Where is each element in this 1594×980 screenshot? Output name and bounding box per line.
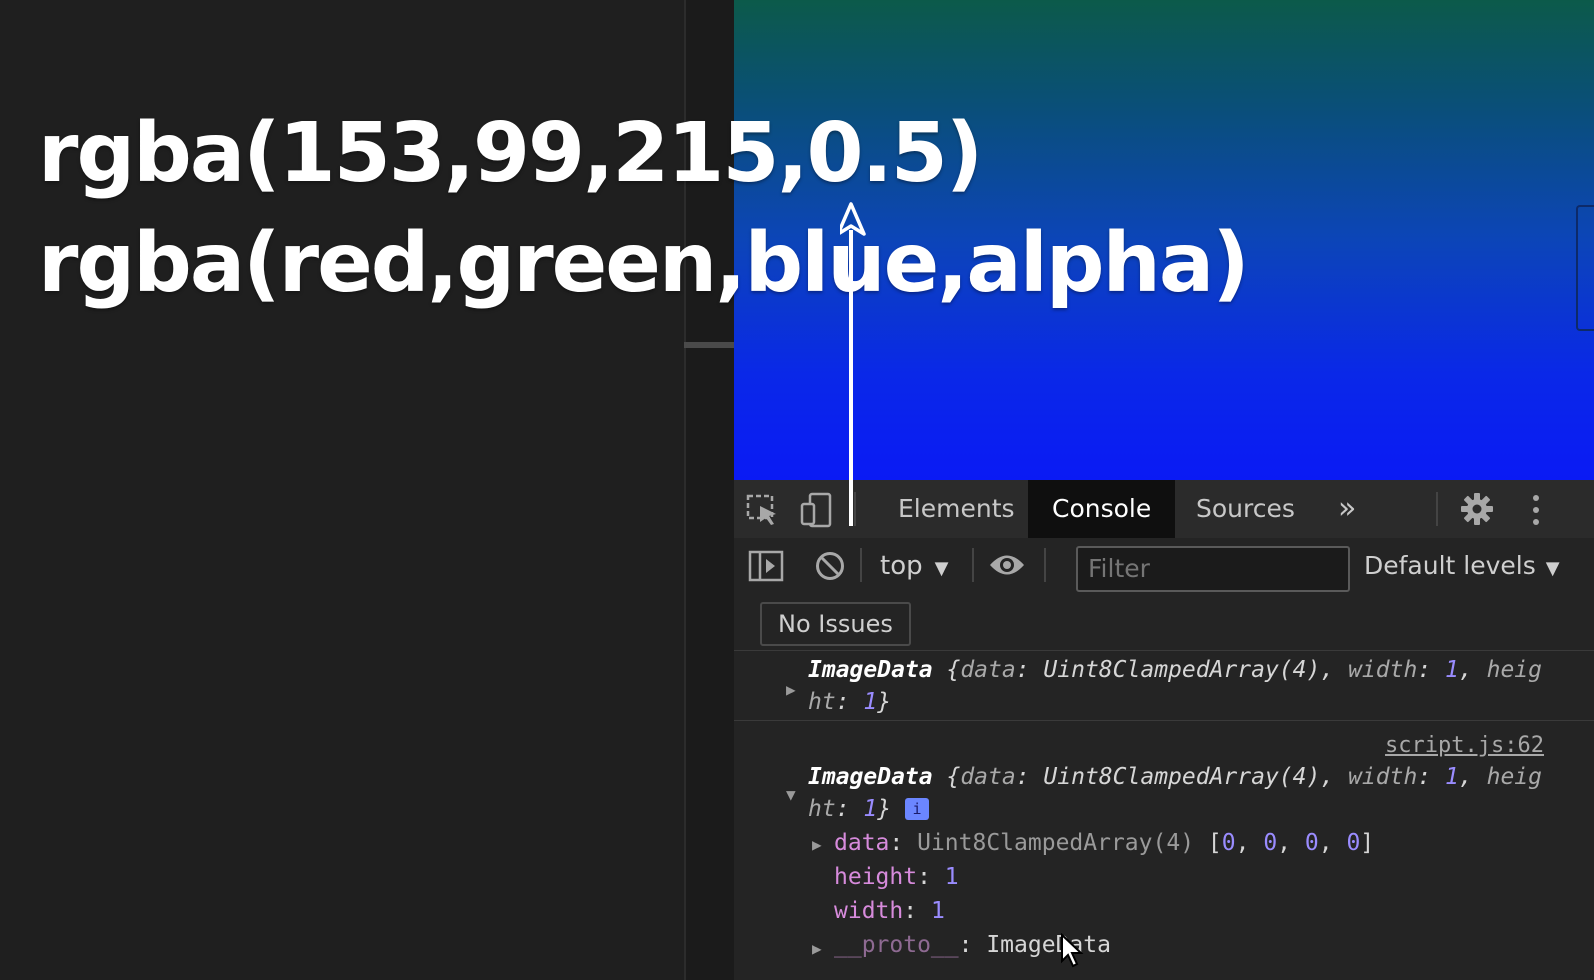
property-key: __proto__ (834, 932, 959, 958)
device-toolbar-icon[interactable] (800, 492, 834, 532)
chevron-down-icon: ▼ (1545, 558, 1560, 579)
console-message[interactable]: ▶ ImageData {data: Uint8ClampedArray(4),… (734, 650, 1594, 721)
property-key: height (834, 864, 918, 890)
eye-icon[interactable] (988, 550, 1026, 584)
console-message-text: ImageData {data: Uint8ClampedArray(4), w… (808, 657, 1542, 715)
property-number: 1 (930, 898, 945, 924)
property-row: height: 1 (834, 864, 959, 890)
object-key: ht (808, 689, 836, 715)
log-levels-label: Default levels (1364, 551, 1536, 580)
collapse-triangle-icon[interactable]: ▼ (786, 785, 796, 804)
expand-triangle-icon[interactable]: ▶ (812, 835, 822, 854)
object-key: data (960, 764, 1016, 790)
chevron-down-icon: ▼ (934, 558, 949, 579)
editor-scrollbar-thumb[interactable] (684, 342, 734, 348)
object-number: 1 (863, 689, 878, 715)
gear-icon[interactable] (1460, 492, 1494, 530)
info-icon[interactable]: i (904, 798, 929, 820)
issues-button[interactable]: No Issues (760, 602, 911, 646)
expand-triangle-icon[interactable]: ▶ (812, 939, 822, 958)
object-key: width (1348, 657, 1418, 683)
mouse-cursor-icon (1061, 933, 1084, 968)
property-number: 0 (1304, 830, 1319, 856)
property-number: 0 (1346, 830, 1361, 856)
property-type: Uint8ClampedArray(4) (917, 830, 1195, 856)
context-selector-label: top (880, 551, 923, 581)
toolbar-separator (972, 548, 974, 582)
source-link[interactable]: script.js:62 (1385, 733, 1544, 758)
tab-separator (1436, 492, 1438, 526)
overlay-rgba-example: rgba(153,99,215,0.5) (38, 106, 983, 201)
tab-elements[interactable]: Elements (874, 480, 1039, 538)
inspect-element-icon[interactable] (746, 494, 780, 530)
kebab-menu-icon[interactable] (1530, 494, 1542, 530)
object-key: width (1348, 764, 1418, 790)
sidebar-toggle-icon[interactable] (748, 550, 784, 586)
filter-input[interactable] (1076, 546, 1350, 592)
canvas-edge-element (1576, 205, 1594, 331)
tab-console[interactable]: Console (1028, 480, 1176, 538)
console-message[interactable]: script.js:62 ▼ ImageData {data: Uint8Cla… (734, 721, 1594, 980)
property-number: 0 (1263, 830, 1278, 856)
more-tabs-chevron-icon[interactable]: » (1314, 480, 1380, 538)
console-output[interactable]: ▶ ImageData {data: Uint8ClampedArray(4),… (734, 650, 1594, 980)
object-key: data (960, 657, 1016, 683)
clear-console-icon[interactable] (814, 550, 846, 586)
expand-triangle-icon[interactable]: ▶ (786, 680, 796, 699)
property-row: width: 1 (834, 898, 945, 924)
object-key: heig (1486, 657, 1542, 683)
brace-open: { (932, 657, 961, 683)
object-key: heig (1486, 764, 1542, 790)
toolbar-separator (1044, 548, 1046, 582)
object-number: 1 (1445, 764, 1459, 790)
tab-sources[interactable]: Sources (1172, 480, 1319, 538)
log-levels-dropdown[interactable]: Default levels ▼ (1364, 538, 1560, 594)
context-selector[interactable]: top ▼ (880, 538, 948, 594)
object-value: Uint8ClampedArray(4) (1043, 764, 1321, 790)
toolbar-separator (860, 548, 862, 582)
object-class-name: ImageData (808, 657, 933, 683)
object-value: Uint8ClampedArray(4) (1043, 657, 1321, 683)
brace-close: } (877, 689, 892, 715)
console-toolbar: top ▼ Default levels ▼ (734, 538, 1594, 595)
property-key: width (834, 898, 904, 924)
property-value: ImageData (986, 932, 1111, 958)
object-number: 1 (863, 796, 878, 822)
object-key: ht (808, 796, 836, 822)
property-row[interactable]: data: Uint8ClampedArray(4) [0, 0, 0, 0] (834, 827, 1374, 859)
property-number: 0 (1221, 830, 1236, 856)
issues-row: No Issues (734, 594, 1594, 651)
object-number: 1 (1445, 657, 1459, 683)
object-class-name: ImageData (808, 764, 933, 790)
property-key: data (834, 830, 890, 856)
annotation-arrow-icon (840, 202, 866, 526)
console-message-text: ImageData {data: Uint8ClampedArray(4), w… (808, 764, 1542, 822)
property-number: 1 (944, 864, 959, 890)
devtools-panel: Elements Console Sources » top ▼ Filter … (734, 480, 1594, 980)
overlay-rgba-syntax: rgba(red,green,blue,alpha) (38, 216, 1250, 311)
